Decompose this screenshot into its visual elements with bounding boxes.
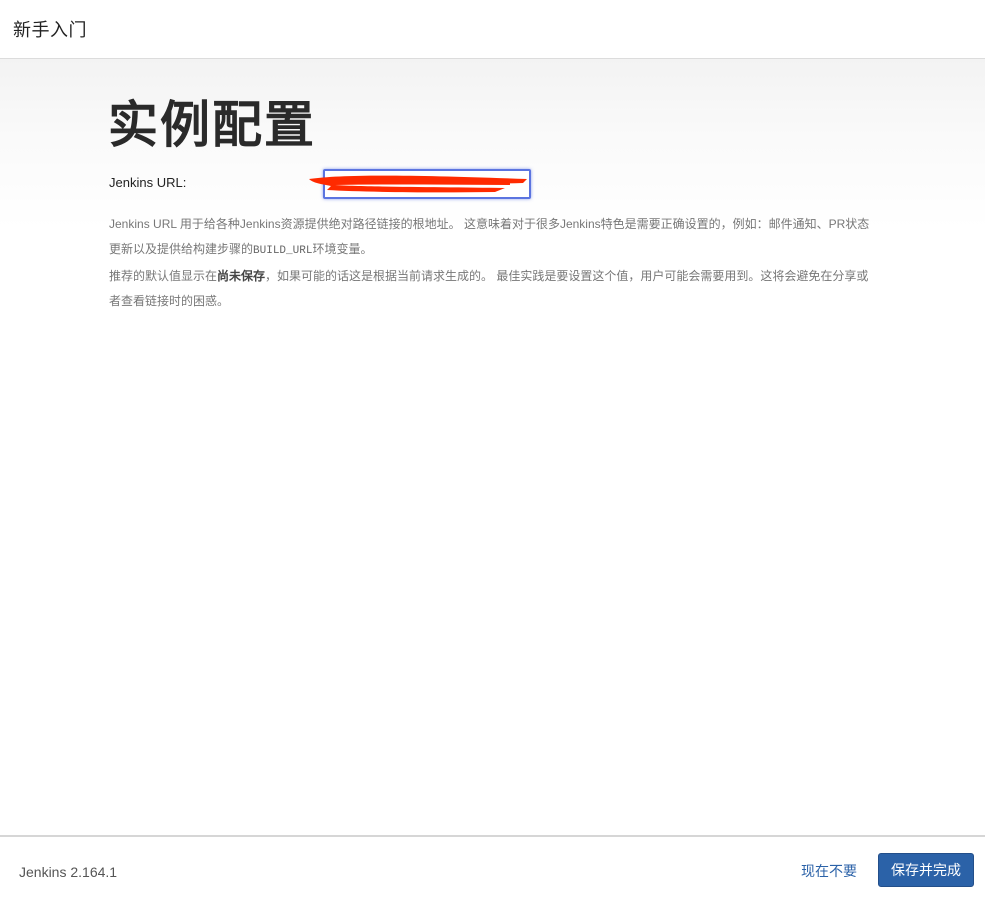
- jenkins-url-input[interactable]: [323, 169, 531, 199]
- help-text: 推荐的默认值显示在: [109, 269, 218, 283]
- skip-button[interactable]: 现在不要: [801, 861, 857, 881]
- dialog-body: 实例配置 Jenkins URL: Jenkins URL 用于给各种Jenki…: [0, 59, 985, 835]
- jenkins-version: Jenkins 2.164.1: [19, 864, 118, 880]
- dialog-title: 新手入门: [13, 20, 87, 40]
- save-and-finish-button[interactable]: 保存并完成: [878, 853, 974, 887]
- setup-wizard-dialog: 新手入门 实例配置 Jenkins URL: Jenkins URL 用于给各种…: [0, 0, 985, 903]
- help-paragraph-2: 推荐的默认值显示在尚未保存，如果可能的话这是根据当前请求生成的。 最佳实践是要设…: [109, 264, 874, 314]
- dialog-footer: Jenkins 2.164.1 现在不要 保存并完成: [0, 835, 985, 903]
- dialog-header: 新手入门: [0, 0, 985, 59]
- jenkins-url-field-wrapper: [309, 169, 531, 199]
- jenkins-url-label: Jenkins URL:: [109, 175, 187, 190]
- page-title: 实例配置: [108, 97, 316, 153]
- not-saved-emphasis: 尚未保存: [217, 269, 266, 283]
- build-url-code: BUILD_URL: [253, 245, 313, 257]
- help-text: Jenkins URL 用于给各种Jenkins资源提供绝对路径链接的根地址。 …: [109, 217, 870, 256]
- help-text-tail: 环境变量。: [312, 242, 373, 256]
- jenkins-url-help: Jenkins URL 用于给各种Jenkins资源提供绝对路径链接的根地址。 …: [109, 212, 874, 314]
- help-paragraph-1: Jenkins URL 用于给各种Jenkins资源提供绝对路径链接的根地址。 …: [109, 212, 874, 264]
